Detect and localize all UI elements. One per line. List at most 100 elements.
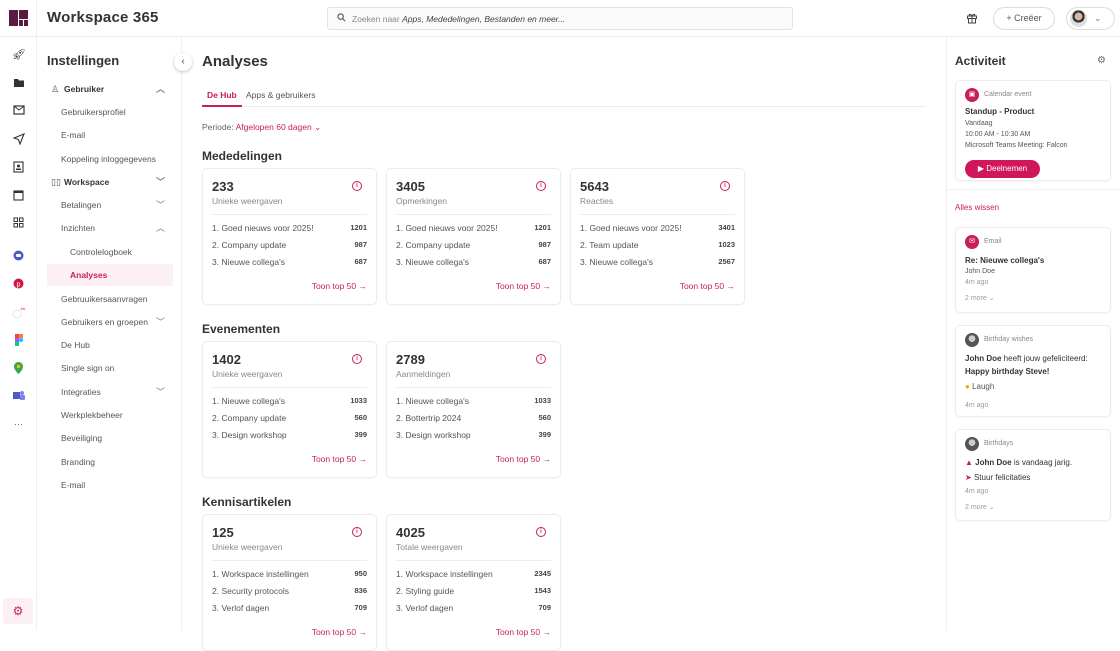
more-icon[interactable]: ··· — [12, 418, 25, 431]
show-top-50-link[interactable]: Toon top 50 → — [680, 281, 735, 291]
nav-item-gebruikersprofiel[interactable]: Gebruikersprofiel — [47, 101, 173, 123]
nav-item-analyses[interactable]: Analyses — [47, 264, 173, 286]
nav-item-gebruikers-groepen[interactable]: Gebruikers en groepen ﹀ — [47, 311, 173, 333]
app-chat-icon[interactable] — [12, 250, 25, 263]
nav-item-sso[interactable]: Single sign on — [47, 357, 173, 379]
calendar-icon[interactable] — [12, 189, 25, 202]
clear-all-link[interactable]: Alles wissen — [955, 203, 999, 212]
list-item[interactable]: 1. Workspace instellingen 950 — [212, 569, 367, 583]
email-card[interactable]: ✉ Email Re: Nieuwe collega's John Doe 4m… — [955, 227, 1111, 313]
list-item[interactable]: 3. Nieuwe collega's 2567 — [580, 257, 735, 271]
list-item[interactable]: 2. Bottertrip 2024 560 — [396, 413, 551, 427]
list-item[interactable]: 3. Nieuwe collega's 687 — [212, 257, 367, 271]
info-icon[interactable]: i — [352, 181, 362, 191]
show-top-50-link[interactable]: Toon top 50 → — [496, 454, 551, 464]
tab-apps-gebruikers[interactable]: Apps & gebruikers — [246, 87, 315, 107]
nav-group-gebruiker[interactable]: ♙ Gebruiker ︿ — [47, 78, 173, 100]
mail-icon[interactable] — [12, 105, 25, 118]
show-top-50-link[interactable]: Toon top 50 → — [496, 627, 551, 637]
gift-icon[interactable] — [966, 12, 978, 24]
app-maps-icon[interactable] — [12, 362, 25, 375]
user-menu-button[interactable]: ⌄ — [1066, 7, 1115, 30]
period-filter[interactable]: Periode: Afgelopen 60 dagen ⌄ — [202, 122, 321, 133]
chevron-down-icon: ⌄ — [988, 504, 995, 511]
nav-item-beveiliging[interactable]: Beveiliging — [47, 427, 173, 449]
show-top-50-link[interactable]: Toon top 50 → — [312, 627, 367, 637]
logo-icon[interactable] — [9, 10, 28, 26]
search-input[interactable]: Zoeken naar Apps, Mededelingen, Bestande… — [327, 7, 793, 30]
list-item[interactable]: 2. Team update 1023 — [580, 240, 735, 254]
show-more-link[interactable]: 2 more ⌄ — [965, 503, 995, 511]
nav-item-koppeling[interactable]: Koppeling inloggegevens — [47, 148, 173, 170]
nav-item-betalingen[interactable]: Betalingen ﹀ — [47, 194, 173, 216]
create-button[interactable]: + Creëer — [993, 7, 1055, 30]
nav-item-controlelogboek[interactable]: Controlelogboek — [47, 241, 173, 263]
divider — [396, 560, 551, 561]
show-top-50-link[interactable]: Toon top 50 → — [496, 281, 551, 291]
list-item[interactable]: 1. Workspace instellingen 2345 — [396, 569, 551, 583]
list-item[interactable]: 1. Nieuwe collega's 1033 — [396, 396, 551, 410]
user-icon: ♙ — [51, 84, 60, 94]
app-pinterest-icon[interactable]: p — [12, 278, 25, 291]
nav-item-email[interactable]: E-mail — [47, 124, 173, 146]
nav-item-email-2[interactable]: E-mail — [47, 474, 173, 496]
info-icon[interactable]: i — [352, 527, 362, 537]
nav-item-werkplekbeheer[interactable]: Werkplekbeheer — [47, 404, 173, 426]
contacts-icon[interactable] — [12, 161, 25, 174]
nav-item-branding[interactable]: Branding — [47, 451, 173, 473]
reaction[interactable]: ● Laugh — [965, 382, 994, 391]
show-more-link[interactable]: 2 more ⌄ — [965, 294, 995, 302]
calendar-event-card[interactable]: ▣ Calendar event Standup - Product Vanda… — [955, 80, 1111, 181]
list-item[interactable]: 1. Goed nieuws voor 2025! 3401 — [580, 223, 735, 237]
item-value: 1033 — [350, 396, 367, 405]
list-item[interactable]: 2. Security protocols 836 — [212, 586, 367, 600]
tab-de-hub[interactable]: De Hub — [202, 87, 242, 107]
list-item[interactable]: 3. Nieuwe collega's 687 — [396, 257, 551, 271]
list-item[interactable]: 2. Styling guide 1543 — [396, 586, 551, 600]
info-icon[interactable]: i — [536, 354, 546, 364]
list-item[interactable]: 3. Verlof dagen 709 — [396, 603, 551, 617]
item-name: 3. Verlof dagen — [212, 603, 270, 613]
birthdays-card[interactable]: Birthdays ▲ John Doe is vandaag jarig. ➤… — [955, 429, 1111, 521]
settings-icon[interactable]: ⚙ — [3, 598, 33, 624]
birthday-wishes-card[interactable]: Birthday wishes John Doe heeft jouw gefe… — [955, 325, 1111, 417]
collapse-sidebar-button[interactable]: ‹ — [174, 53, 192, 71]
nav-item-inzichten[interactable]: Inzichten ︿ — [47, 217, 173, 239]
list-item[interactable]: 2. Company update 987 — [212, 240, 367, 254]
nav-item-gebruikersaanvragen[interactable]: Gebruuikersaanvragen — [47, 288, 173, 310]
nav-item-integraties[interactable]: Integraties ﹀ — [47, 381, 173, 403]
main-content: Analyses De Hub Apps & gebruikers Period… — [182, 37, 946, 651]
list-item[interactable]: 1. Goed nieuws voor 2025! 1201 — [396, 223, 551, 237]
app-teams-icon[interactable] — [12, 390, 25, 403]
app-unknown-icon[interactable]: ✂ — [12, 306, 26, 319]
list-item[interactable]: 2. Company update 560 — [212, 413, 367, 427]
list-item[interactable]: 3. Verlof dagen 709 — [212, 603, 367, 617]
nav-group-workspace[interactable]: ▯▯ Workspace ﹀ — [47, 171, 173, 193]
birthday-text: ▲ John Doe is vandaag jarig. — [965, 458, 1072, 467]
info-icon[interactable]: i — [536, 527, 546, 537]
more-label: Toon top 50 — [311, 454, 357, 464]
folder-icon[interactable] — [12, 77, 25, 90]
show-top-50-link[interactable]: Toon top 50 → — [312, 281, 367, 291]
list-item[interactable]: 1. Nieuwe collega's 1033 — [212, 396, 367, 410]
gear-icon[interactable]: ⚙ — [1097, 55, 1106, 66]
info-icon[interactable]: i — [352, 354, 362, 364]
list-item[interactable]: 3. Design workshop 399 — [212, 430, 367, 444]
page-title: Analyses — [202, 53, 268, 70]
item-name: 3. Nieuwe collega's — [396, 257, 469, 267]
list-item[interactable]: 2. Company update 987 — [396, 240, 551, 254]
info-icon[interactable]: i — [536, 181, 546, 191]
show-top-50-link[interactable]: Toon top 50 → — [312, 454, 367, 464]
app-figma-icon[interactable] — [12, 334, 25, 347]
nav-item-de-hub[interactable]: De Hub — [47, 334, 173, 356]
send-congrats-link[interactable]: ➤ Stuur felicitaties — [965, 473, 1030, 482]
chevron-up-icon: ︿ — [155, 84, 165, 94]
nav-label: Inzichten — [61, 223, 96, 233]
info-icon[interactable]: i — [720, 181, 730, 191]
rocket-icon[interactable]: 🚀︎ — [12, 49, 26, 62]
list-item[interactable]: 3. Design workshop 399 — [396, 430, 551, 444]
apps-grid-icon[interactable] — [12, 217, 25, 230]
list-item[interactable]: 1. Goed nieuws voor 2025! 1201 — [212, 223, 367, 237]
send-icon[interactable] — [11, 133, 25, 146]
join-button[interactable]: ▶︎ Deelnemen — [965, 160, 1040, 178]
